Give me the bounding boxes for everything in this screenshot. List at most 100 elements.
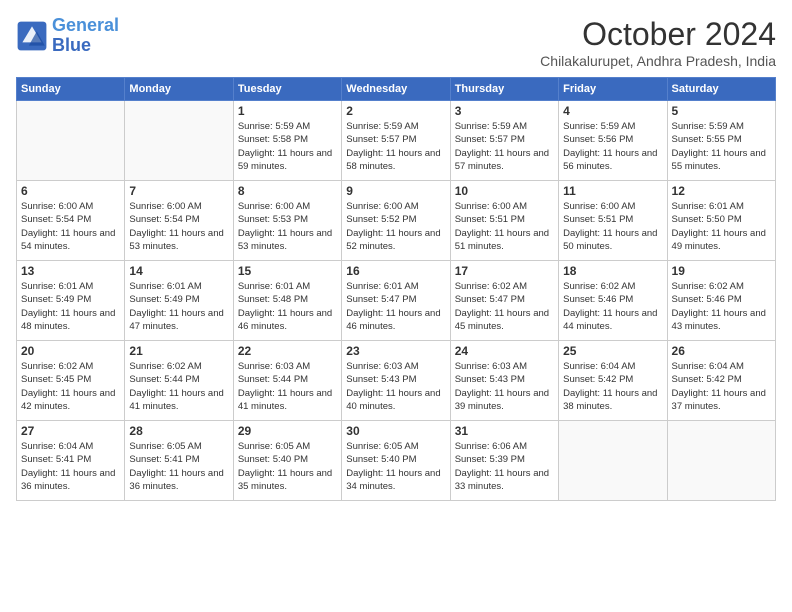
day-number: 9: [346, 184, 445, 198]
day-cell: 31 Sunrise: 6:06 AMSunset: 5:39 PMDayligh…: [450, 421, 558, 501]
day-info: Sunrise: 6:03 AMSunset: 5:43 PMDaylight:…: [455, 360, 554, 413]
day-info: Sunrise: 6:01 AMSunset: 5:48 PMDaylight:…: [238, 280, 337, 333]
header-row: SundayMondayTuesdayWednesdayThursdayFrid…: [17, 78, 776, 101]
day-cell: 10Sunrise: 6:00 AMSunset: 5:51 PMDayligh…: [450, 181, 558, 261]
day-info: Sunrise: 6:00 AMSunset: 5:54 PMDaylight:…: [21, 200, 120, 253]
week-row-1: 1 Sunrise: 5:59 AMSunset: 5:58 PMDaylight…: [17, 101, 776, 181]
title-area: October 2024 Chilakalurupet, Andhra Prad…: [540, 16, 776, 69]
day-number: 13: [21, 264, 120, 278]
day-cell: 25Sunrise: 6:04 AMSunset: 5:42 PMDayligh…: [559, 341, 667, 421]
day-info: Sunrise: 6:01 AMSunset: 5:47 PMDaylight:…: [346, 280, 445, 333]
day-cell: 2Sunrise: 5:59 AMSunset: 5:57 PMDaylight…: [342, 101, 450, 181]
day-cell: 8 Sunrise: 6:00 AMSunset: 5:53 PMDaylight…: [233, 181, 341, 261]
day-info: Sunrise: 6:00 AMSunset: 5:53 PMDaylight:…: [238, 200, 337, 253]
day-cell: 4Sunrise: 5:59 AMSunset: 5:56 PMDaylight…: [559, 101, 667, 181]
day-cell: 6 Sunrise: 6:00 AMSunset: 5:54 PMDaylight…: [17, 181, 125, 261]
day-info: Sunrise: 6:05 AMSunset: 5:41 PMDaylight:…: [129, 440, 228, 493]
day-cell: 19 Sunrise: 6:02 AMSunset: 5:46 PMDayligh…: [667, 261, 775, 341]
day-info: Sunrise: 6:05 AMSunset: 5:40 PMDaylight:…: [238, 440, 337, 493]
header-cell-sunday: Sunday: [17, 78, 125, 101]
week-row-2: 6 Sunrise: 6:00 AMSunset: 5:54 PMDaylight…: [17, 181, 776, 261]
day-cell: 27 Sunrise: 6:04 AMSunset: 5:41 PMDayligh…: [17, 421, 125, 501]
day-number: 26: [672, 344, 771, 358]
day-number: 10: [455, 184, 554, 198]
logo-icon: [16, 20, 48, 52]
day-number: 11: [563, 184, 662, 198]
day-info: Sunrise: 6:05 AMSunset: 5:40 PMDaylight:…: [346, 440, 445, 493]
day-cell: [17, 101, 125, 181]
day-cell: 26 Sunrise: 6:04 AMSunset: 5:42 PMDayligh…: [667, 341, 775, 421]
day-number: 30: [346, 424, 445, 438]
day-cell: 3Sunrise: 5:59 AMSunset: 5:57 PMDaylight…: [450, 101, 558, 181]
day-number: 29: [238, 424, 337, 438]
day-number: 19: [672, 264, 771, 278]
day-cell: 29 Sunrise: 6:05 AMSunset: 5:40 PMDayligh…: [233, 421, 341, 501]
day-number: 8: [238, 184, 337, 198]
day-cell: 15 Sunrise: 6:01 AMSunset: 5:48 PMDayligh…: [233, 261, 341, 341]
week-row-4: 20 Sunrise: 6:02 AMSunset: 5:45 PMDayligh…: [17, 341, 776, 421]
day-info: Sunrise: 6:00 AMSunset: 5:51 PMDaylight:…: [563, 200, 662, 253]
logo-text: General Blue: [52, 16, 119, 56]
day-cell: 5 Sunrise: 5:59 AMSunset: 5:55 PMDaylight…: [667, 101, 775, 181]
day-info: Sunrise: 6:04 AMSunset: 5:41 PMDaylight:…: [21, 440, 120, 493]
day-info: Sunrise: 6:06 AMSunset: 5:39 PMDaylight:…: [455, 440, 554, 493]
day-number: 14: [129, 264, 228, 278]
month-title: October 2024: [540, 16, 776, 53]
day-info: Sunrise: 6:03 AMSunset: 5:43 PMDaylight:…: [346, 360, 445, 413]
day-number: 22: [238, 344, 337, 358]
day-cell: 18Sunrise: 6:02 AMSunset: 5:46 PMDayligh…: [559, 261, 667, 341]
day-cell: [667, 421, 775, 501]
header-cell-monday: Monday: [125, 78, 233, 101]
day-cell: [559, 421, 667, 501]
day-info: Sunrise: 6:02 AMSunset: 5:47 PMDaylight:…: [455, 280, 554, 333]
day-cell: 21 Sunrise: 6:02 AMSunset: 5:44 PMDayligh…: [125, 341, 233, 421]
day-cell: 16 Sunrise: 6:01 AMSunset: 5:47 PMDayligh…: [342, 261, 450, 341]
day-cell: 20 Sunrise: 6:02 AMSunset: 5:45 PMDayligh…: [17, 341, 125, 421]
day-number: 24: [455, 344, 554, 358]
day-number: 18: [563, 264, 662, 278]
day-info: Sunrise: 6:02 AMSunset: 5:46 PMDaylight:…: [672, 280, 771, 333]
day-info: Sunrise: 6:00 AMSunset: 5:52 PMDaylight:…: [346, 200, 445, 253]
day-number: 1: [238, 104, 337, 118]
day-cell: 7Sunrise: 6:00 AMSunset: 5:54 PMDaylight…: [125, 181, 233, 261]
day-info: Sunrise: 6:02 AMSunset: 5:44 PMDaylight:…: [129, 360, 228, 413]
week-row-3: 13 Sunrise: 6:01 AMSunset: 5:49 PMDayligh…: [17, 261, 776, 341]
week-row-5: 27 Sunrise: 6:04 AMSunset: 5:41 PMDayligh…: [17, 421, 776, 501]
day-number: 21: [129, 344, 228, 358]
header-cell-thursday: Thursday: [450, 78, 558, 101]
header-cell-saturday: Saturday: [667, 78, 775, 101]
calendar-table: SundayMondayTuesdayWednesdayThursdayFrid…: [16, 77, 776, 501]
day-info: Sunrise: 6:03 AMSunset: 5:44 PMDaylight:…: [238, 360, 337, 413]
day-info: Sunrise: 5:59 AMSunset: 5:58 PMDaylight:…: [238, 120, 337, 173]
header-cell-wednesday: Wednesday: [342, 78, 450, 101]
day-number: 12: [672, 184, 771, 198]
day-number: 15: [238, 264, 337, 278]
day-cell: 9 Sunrise: 6:00 AMSunset: 5:52 PMDaylight…: [342, 181, 450, 261]
day-cell: 11 Sunrise: 6:00 AMSunset: 5:51 PMDayligh…: [559, 181, 667, 261]
day-info: Sunrise: 6:04 AMSunset: 5:42 PMDaylight:…: [563, 360, 662, 413]
day-info: Sunrise: 6:04 AMSunset: 5:42 PMDaylight:…: [672, 360, 771, 413]
day-number: 20: [21, 344, 120, 358]
day-info: Sunrise: 5:59 AMSunset: 5:55 PMDaylight:…: [672, 120, 771, 173]
day-info: Sunrise: 6:02 AMSunset: 5:45 PMDaylight:…: [21, 360, 120, 413]
day-cell: 13 Sunrise: 6:01 AMSunset: 5:49 PMDayligh…: [17, 261, 125, 341]
logo-line1: General: [52, 15, 119, 35]
day-info: Sunrise: 6:01 AMSunset: 5:49 PMDaylight:…: [21, 280, 120, 333]
day-number: 2: [346, 104, 445, 118]
day-info: Sunrise: 6:01 AMSunset: 5:50 PMDaylight:…: [672, 200, 771, 253]
day-info: Sunrise: 6:01 AMSunset: 5:49 PMDaylight:…: [129, 280, 228, 333]
day-number: 6: [21, 184, 120, 198]
day-cell: 17Sunrise: 6:02 AMSunset: 5:47 PMDayligh…: [450, 261, 558, 341]
header: General Blue October 2024 Chilakalurupet…: [16, 16, 776, 69]
day-number: 16: [346, 264, 445, 278]
day-cell: 14 Sunrise: 6:01 AMSunset: 5:49 PMDayligh…: [125, 261, 233, 341]
day-number: 31: [455, 424, 554, 438]
header-cell-tuesday: Tuesday: [233, 78, 341, 101]
day-info: Sunrise: 5:59 AMSunset: 5:56 PMDaylight:…: [563, 120, 662, 173]
day-number: 3: [455, 104, 554, 118]
day-cell: 28Sunrise: 6:05 AMSunset: 5:41 PMDayligh…: [125, 421, 233, 501]
day-number: 27: [21, 424, 120, 438]
day-number: 5: [672, 104, 771, 118]
day-info: Sunrise: 6:00 AMSunset: 5:54 PMDaylight:…: [129, 200, 228, 253]
day-cell: 12 Sunrise: 6:01 AMSunset: 5:50 PMDayligh…: [667, 181, 775, 261]
